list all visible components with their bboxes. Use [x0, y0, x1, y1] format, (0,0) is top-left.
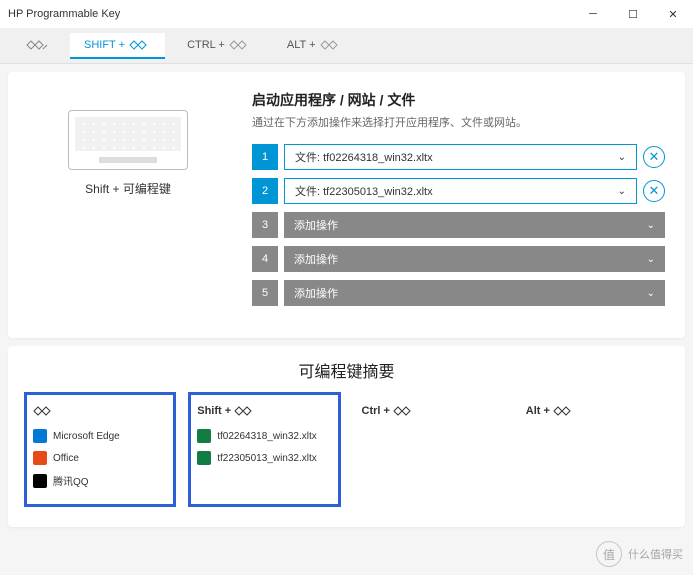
diamond-icon [393, 406, 415, 416]
action-dropdown[interactable]: 添加操作 ⌄ [284, 212, 665, 238]
app-icon [197, 451, 211, 465]
summary-head [33, 403, 167, 419]
summary-item-label: tf02264318_win32.xltx [217, 431, 317, 442]
summary-column: Microsoft Edge Office 腾讯QQ [24, 392, 176, 507]
diamond-icon [26, 40, 48, 50]
action-dropdown[interactable]: 文件: tf22305013_win32.xltx ⌄ [284, 178, 637, 204]
tab-alt-label: ALT + [287, 39, 316, 51]
tab-none[interactable] [12, 34, 62, 58]
action-dropdown[interactable]: 添加操作 ⌄ [284, 246, 665, 272]
diamond-icon [234, 406, 256, 416]
watermark: 值 什么值得买 [596, 541, 683, 567]
diamond-icon [553, 406, 575, 416]
action-label: 文件: tf22305013_win32.xltx [295, 183, 433, 199]
summary-item: Office [33, 451, 167, 465]
tab-shift-label: SHIFT + [84, 39, 125, 51]
action-label: 添加操作 [294, 285, 338, 301]
tab-shift[interactable]: SHIFT + [70, 33, 165, 59]
app-icon [197, 429, 211, 443]
watermark-badge: 值 [596, 541, 622, 567]
diamond-icon [33, 406, 55, 416]
action-row: 5 添加操作 ⌄ [252, 280, 665, 306]
summary-title: 可编程键摘要 [24, 358, 669, 382]
diamond-icon [229, 40, 251, 50]
tab-alt[interactable]: ALT + [273, 33, 356, 59]
remove-button[interactable]: ✕ [643, 180, 665, 202]
diamond-icon [129, 40, 151, 50]
remove-button[interactable]: ✕ [643, 146, 665, 168]
chevron-down-icon: ⌄ [618, 186, 626, 197]
keyboard-label: Shift + 可编程键 [85, 180, 171, 197]
diamond-icon [320, 40, 342, 50]
action-row: 3 添加操作 ⌄ [252, 212, 665, 238]
right-column: 启动应用程序 / 网站 / 文件 通过在下方添加操作来选择打开应用程序、文件或网… [252, 90, 665, 314]
section-desc: 通过在下方添加操作来选择打开应用程序、文件或网站。 [252, 114, 665, 130]
summary-item: 腾讯QQ [33, 473, 167, 488]
action-row: 2 文件: tf22305013_win32.xltx ⌄ ✕ [252, 178, 665, 204]
close-button[interactable]: ✕ [653, 0, 693, 28]
action-label: 文件: tf02264318_win32.xltx [295, 149, 433, 165]
action-number: 5 [252, 280, 278, 306]
action-label: 添加操作 [294, 251, 338, 267]
maximize-button[interactable]: ☐ [613, 0, 653, 28]
action-number: 3 [252, 212, 278, 238]
app-icon [33, 429, 47, 443]
summary-item: Microsoft Edge [33, 429, 167, 443]
window-title: HP Programmable Key [8, 8, 120, 20]
summary-item-label: Office [53, 453, 79, 464]
action-row: 4 添加操作 ⌄ [252, 246, 665, 272]
action-dropdown[interactable]: 文件: tf02264318_win32.xltx ⌄ [284, 144, 637, 170]
summary-item-label: tf22305013_win32.xltx [217, 453, 317, 464]
summary-column: Alt + [517, 392, 669, 507]
summary-head: Ctrl + [362, 403, 496, 419]
summary-column: Ctrl + [353, 392, 505, 507]
titlebar: HP Programmable Key ─ ☐ ✕ [0, 0, 693, 28]
action-row: 1 文件: tf02264318_win32.xltx ⌄ ✕ [252, 144, 665, 170]
summary-panel: 可编程键摘要 Microsoft Edge Office 腾讯QQ Shift + t… [8, 346, 685, 527]
chevron-down-icon: ⌄ [647, 288, 655, 299]
summary-head: Alt + [526, 403, 660, 419]
app-icon [33, 451, 47, 465]
summary-column: Shift + tf02264318_win32.xltx tf22305013_… [188, 392, 340, 507]
summary-item: tf22305013_win32.xltx [197, 451, 331, 465]
action-number: 2 [252, 178, 278, 204]
summary-item: tf02264318_win32.xltx [197, 429, 331, 443]
left-column: Shift + 可编程键 [28, 90, 228, 314]
minimize-button[interactable]: ─ [573, 0, 613, 28]
chevron-down-icon: ⌄ [647, 254, 655, 265]
tab-ctrl-label: CTRL + [187, 39, 225, 51]
summary-grid: Microsoft Edge Office 腾讯QQ Shift + tf022643… [24, 392, 669, 507]
app-icon [33, 474, 47, 488]
summary-item-label: Microsoft Edge [53, 431, 120, 442]
chevron-down-icon: ⌄ [618, 152, 626, 163]
window-controls: ─ ☐ ✕ [573, 0, 693, 28]
action-label: 添加操作 [294, 217, 338, 233]
keyboard-icon [68, 110, 188, 170]
watermark-text: 什么值得买 [628, 546, 683, 562]
tab-ctrl[interactable]: CTRL + [173, 33, 265, 59]
action-number: 4 [252, 246, 278, 272]
section-title: 启动应用程序 / 网站 / 文件 [252, 90, 665, 110]
chevron-down-icon: ⌄ [647, 220, 655, 231]
summary-item-label: 腾讯QQ [53, 473, 89, 488]
main-panel: Shift + 可编程键 启动应用程序 / 网站 / 文件 通过在下方添加操作来… [8, 72, 685, 338]
action-number: 1 [252, 144, 278, 170]
summary-head: Shift + [197, 403, 331, 419]
modifier-tabs: SHIFT + CTRL + ALT + [0, 28, 693, 64]
action-list: 1 文件: tf02264318_win32.xltx ⌄ ✕ 2 文件: tf… [252, 144, 665, 306]
action-dropdown[interactable]: 添加操作 ⌄ [284, 280, 665, 306]
